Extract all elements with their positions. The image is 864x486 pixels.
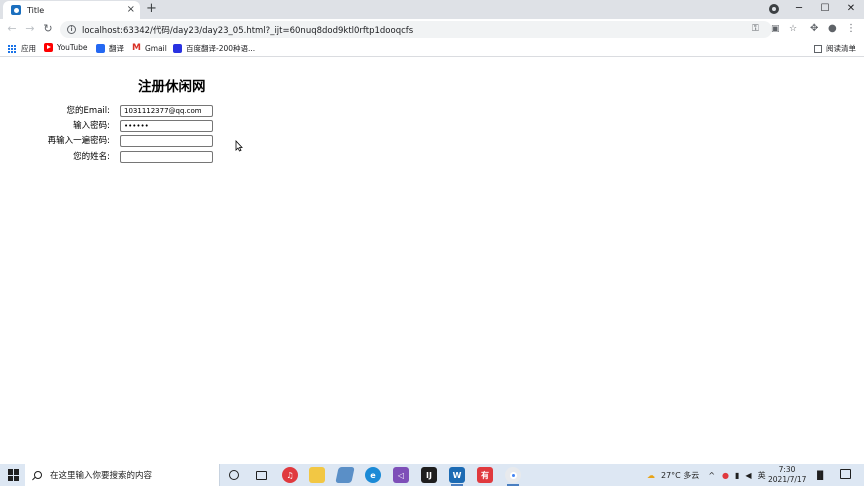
email-label: 您的Email:	[66, 106, 110, 116]
extensions-icon[interactable]: ✥	[810, 23, 818, 35]
baidu-translate-icon	[173, 44, 182, 53]
antivirus-tray-icon[interactable]: ●	[722, 471, 729, 480]
form-row-email: 您的Email:	[0, 105, 260, 118]
translate-bookmark-icon	[96, 44, 105, 53]
name-field[interactable]	[120, 151, 213, 163]
bookmark-label: Gmail	[144, 43, 167, 53]
clock-time: 7:30	[778, 465, 796, 474]
confirm-password-field[interactable]	[120, 135, 213, 147]
webstorm-icon[interactable]: W	[449, 467, 465, 486]
volume-icon[interactable]: ◀	[745, 471, 751, 480]
page-content: 注册休闲网 您的Email: 输入密码: 再输入一遍密码: 您的姓名:	[0, 58, 864, 464]
bookmark-star-icon[interactable]: ☆	[789, 24, 797, 35]
taskbar: 在这里输入你要搜索的内容 ♫ e ◁ IJ W 有 ☁ 27°C 多云 ^ ● …	[0, 464, 864, 486]
clock-date: 2021/7/17	[768, 475, 807, 484]
bookmark-gmail[interactable]: M Gmail	[132, 43, 167, 53]
bookmark-translate[interactable]: 翻译	[96, 43, 124, 54]
tab-active[interactable]: Title ×	[3, 1, 140, 19]
page-title: 注册休闲网	[138, 79, 206, 95]
confirm-password-label: 再输入一遍密码:	[47, 136, 110, 146]
cortana-icon[interactable]	[226, 467, 242, 483]
apps-grid-icon	[8, 44, 16, 53]
menu-kebab-icon[interactable]: ⋮	[846, 23, 856, 35]
email-field[interactable]	[120, 105, 213, 117]
name-label: 您的姓名:	[73, 152, 110, 162]
maximize-button[interactable]: ☐	[817, 2, 833, 16]
key-icon[interactable]: ⚿	[752, 24, 759, 35]
weather-text[interactable]: 27°C 多云	[661, 470, 699, 481]
reading-list-icon	[814, 44, 822, 53]
netease-music-icon[interactable]: ♫	[282, 467, 298, 483]
bookmark-label: 翻译	[109, 44, 124, 53]
visual-studio-icon[interactable]: ◁	[393, 467, 409, 483]
intellij-icon[interactable]: IJ	[421, 467, 437, 483]
edge-icon[interactable]: e	[365, 467, 381, 483]
site-info-icon[interactable]: i	[67, 25, 76, 34]
reading-list-label: 阅读清单	[826, 44, 856, 53]
browser-toolbar: ← → ↻ i localhost:63342/代码/day23/day23_0…	[0, 19, 864, 40]
microphone-icon[interactable]: ▮	[735, 471, 739, 480]
search-icon	[34, 471, 42, 479]
bookmark-label: YouTube	[57, 43, 88, 52]
ime-indicator[interactable]: 英	[758, 470, 766, 481]
gmail-icon: M	[132, 43, 141, 53]
youtube-icon	[44, 43, 53, 52]
profile-menu-icon[interactable]	[769, 4, 779, 14]
form-row-name: 您的姓名:	[0, 151, 260, 164]
bookmark-label: 百度翻译-200种语...	[186, 44, 256, 53]
taskbar-search-placeholder: 在这里输入你要搜索的内容	[50, 471, 153, 481]
chrome-icon[interactable]	[505, 467, 521, 486]
red-app-icon[interactable]: 有	[477, 467, 493, 483]
system-tray: ☁ 27°C 多云 ^ ● ▮ ◀ 英	[647, 464, 766, 486]
notification-center-icon[interactable]	[840, 469, 851, 479]
reading-list-button[interactable]: 阅读清单	[814, 43, 856, 54]
url-text[interactable]: localhost:63342/代码/day23/day23_05.html?_…	[82, 24, 413, 36]
tray-expand-icon[interactable]: ^	[708, 471, 715, 480]
bookmark-apps[interactable]: 应用	[8, 43, 36, 54]
mouse-cursor-icon	[235, 140, 243, 152]
tab-title: Title	[27, 5, 45, 15]
bookmarks-bar: 应用 YouTube 翻译 M Gmail 百度翻译-200种语... 阅读清单	[0, 40, 864, 57]
forward-button[interactable]: →	[23, 22, 37, 36]
signal-bars-icon[interactable]: ▐▌	[814, 464, 826, 486]
translate-icon[interactable]: ▣	[771, 24, 780, 35]
address-bar[interactable]: i localhost:63342/代码/day23/day23_05.html…	[60, 21, 797, 38]
windows-start-icon[interactable]	[8, 469, 20, 481]
folder-app-icon[interactable]	[335, 467, 355, 483]
taskbar-search-box[interactable]: 在这里输入你要搜索的内容	[25, 464, 220, 486]
form-row-confirm-password: 再输入一遍密码:	[0, 135, 260, 148]
form-row-password: 输入密码:	[0, 120, 260, 133]
minimize-button[interactable]: ─	[791, 2, 807, 16]
reload-button[interactable]: ↻	[41, 22, 55, 36]
task-view-icon[interactable]	[253, 467, 269, 483]
bookmark-baidu-translate[interactable]: 百度翻译-200种语...	[173, 43, 255, 54]
account-icon[interactable]: ●	[828, 23, 837, 35]
taskbar-clock[interactable]: 7:30 2021/7/17	[768, 465, 806, 485]
weather-icon[interactable]: ☁	[647, 471, 655, 480]
new-tab-button[interactable]: +	[146, 2, 157, 16]
password-field[interactable]	[120, 120, 213, 132]
tab-close-icon[interactable]: ×	[127, 4, 135, 16]
tab-strip: Title × + ─ ☐ ✕	[0, 0, 864, 19]
bookmark-youtube[interactable]: YouTube	[44, 43, 88, 52]
password-label: 输入密码:	[73, 121, 110, 131]
bookmark-label: 应用	[21, 44, 36, 53]
file-explorer-icon[interactable]	[309, 467, 325, 483]
back-button[interactable]: ←	[5, 22, 19, 36]
page-favicon-icon	[11, 5, 21, 15]
close-window-button[interactable]: ✕	[843, 2, 859, 16]
